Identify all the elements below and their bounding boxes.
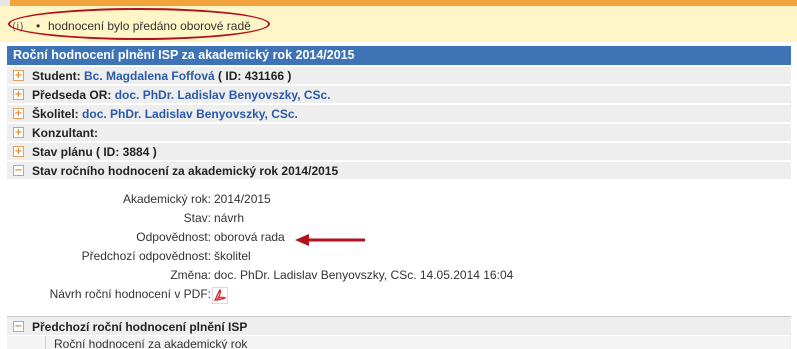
expand-plus-icon[interactable]: + [13, 108, 24, 119]
zmena-value: doc. PhDr. Ladislav Benyovszky, CSc. 14.… [214, 268, 514, 282]
skolitel-label-group: Školitel: doc. PhDr. Ladislav Benyovszky… [32, 107, 298, 121]
predchozi-value: školitel [214, 249, 251, 263]
predseda-name-link[interactable]: doc. PhDr. Ladislav Benyovszky, CSc. [115, 88, 331, 102]
detail-row-predchozi: Předchozí odpovědnost: školitel [7, 247, 791, 265]
detail-row-zmena: Změna: doc. PhDr. Ladislav Benyovszky, C… [7, 266, 791, 284]
annotation-ellipse [8, 8, 270, 40]
expand-plus-icon[interactable]: + [13, 89, 24, 100]
akademicky-rok-value: 2014/2015 [214, 192, 271, 206]
konzultant-label: Konzultant: [32, 126, 98, 140]
collapse-minus-icon[interactable]: − [13, 321, 24, 332]
predseda-label-group: Předseda OR: doc. PhDr. Ladislav Benyovs… [32, 88, 331, 102]
student-label-group: Student: Bc. Magdalena Foffová ( ID: 431… [32, 69, 291, 83]
odpovednost-value: oborová rada [214, 230, 285, 244]
stav-label: Stav: [183, 211, 211, 225]
row-stav-planu[interactable]: + Stav plánu ( ID: 3884 ) [7, 143, 791, 161]
subrow-gutter [7, 336, 45, 349]
skolitel-name-link[interactable]: doc. PhDr. Ladislav Benyovszky, CSc. [82, 107, 298, 121]
row-skolitel[interactable]: + Školitel: doc. PhDr. Ladislav Benyovsz… [7, 105, 791, 123]
student-label: Student: [32, 69, 81, 83]
expand-plus-icon[interactable]: + [13, 127, 24, 138]
detail-row-stav: Stav: návrh [7, 209, 791, 227]
predchozi-label: Předchozí odpovědnost: [81, 249, 211, 263]
predchozi-hodnoceni-item-label: Roční hodnocení za akademický rok [54, 337, 248, 349]
predchozi-hodnoceni-label: Předchozí roční hodnocení plnění ISP [32, 320, 248, 334]
odpovednost-label: Odpovědnost: [136, 230, 211, 244]
annotation-arrow-icon [295, 234, 365, 246]
student-name-link[interactable]: Bc. Magdalena Foffová [84, 69, 215, 83]
panel-title: Roční hodnocení plnění ISP za akademický… [7, 46, 791, 65]
stav-value: návrh [214, 211, 245, 225]
detail-row-odpovednost: Odpovědnost: oborová rada [7, 228, 791, 246]
detail-section: Akademický rok: 2014/2015 Stav: návrh Od… [7, 190, 791, 307]
akademicky-rok-label: Akademický rok: [122, 192, 211, 206]
notice-banner: (i) • hodnocení bylo předáno oborové rad… [0, 6, 797, 42]
pdf-label: Návrh roční hodnocení v PDF: [49, 287, 211, 301]
skolitel-label: Školitel: [32, 107, 79, 121]
subrow-divider [45, 336, 46, 349]
expand-plus-icon[interactable]: + [13, 70, 24, 81]
zmena-label: Změna: [170, 268, 211, 282]
row-konzultant[interactable]: + Konzultant: [7, 124, 791, 142]
stav-rocniho-label: Stav ročního hodnocení za akademický rok… [32, 164, 339, 178]
row-predchozi-hodnoceni[interactable]: − Předchozí roční hodnocení plnění ISP [7, 316, 791, 335]
detail-row-pdf: Návrh roční hodnocení v PDF: [7, 285, 791, 303]
collapse-minus-icon[interactable]: − [13, 165, 24, 176]
expand-plus-icon[interactable]: + [13, 146, 24, 157]
pdf-icon[interactable] [212, 287, 228, 304]
student-id: ( ID: 431166 ) [218, 69, 292, 83]
predseda-label: Předseda OR: [32, 88, 112, 102]
row-predseda[interactable]: + Předseda OR: doc. PhDr. Ladislav Benyo… [7, 86, 791, 104]
row-stav-rocniho[interactable]: − Stav ročního hodnocení za akademický r… [7, 162, 791, 180]
detail-row-akademicky-rok: Akademický rok: 2014/2015 [7, 190, 791, 208]
row-student[interactable]: + Student: Bc. Magdalena Foffová ( ID: 4… [7, 67, 791, 85]
predchozi-hodnoceni-item[interactable]: Roční hodnocení za akademický rok [7, 336, 791, 349]
stav-planu-label: Stav plánu ( ID: 3884 ) [32, 145, 157, 159]
